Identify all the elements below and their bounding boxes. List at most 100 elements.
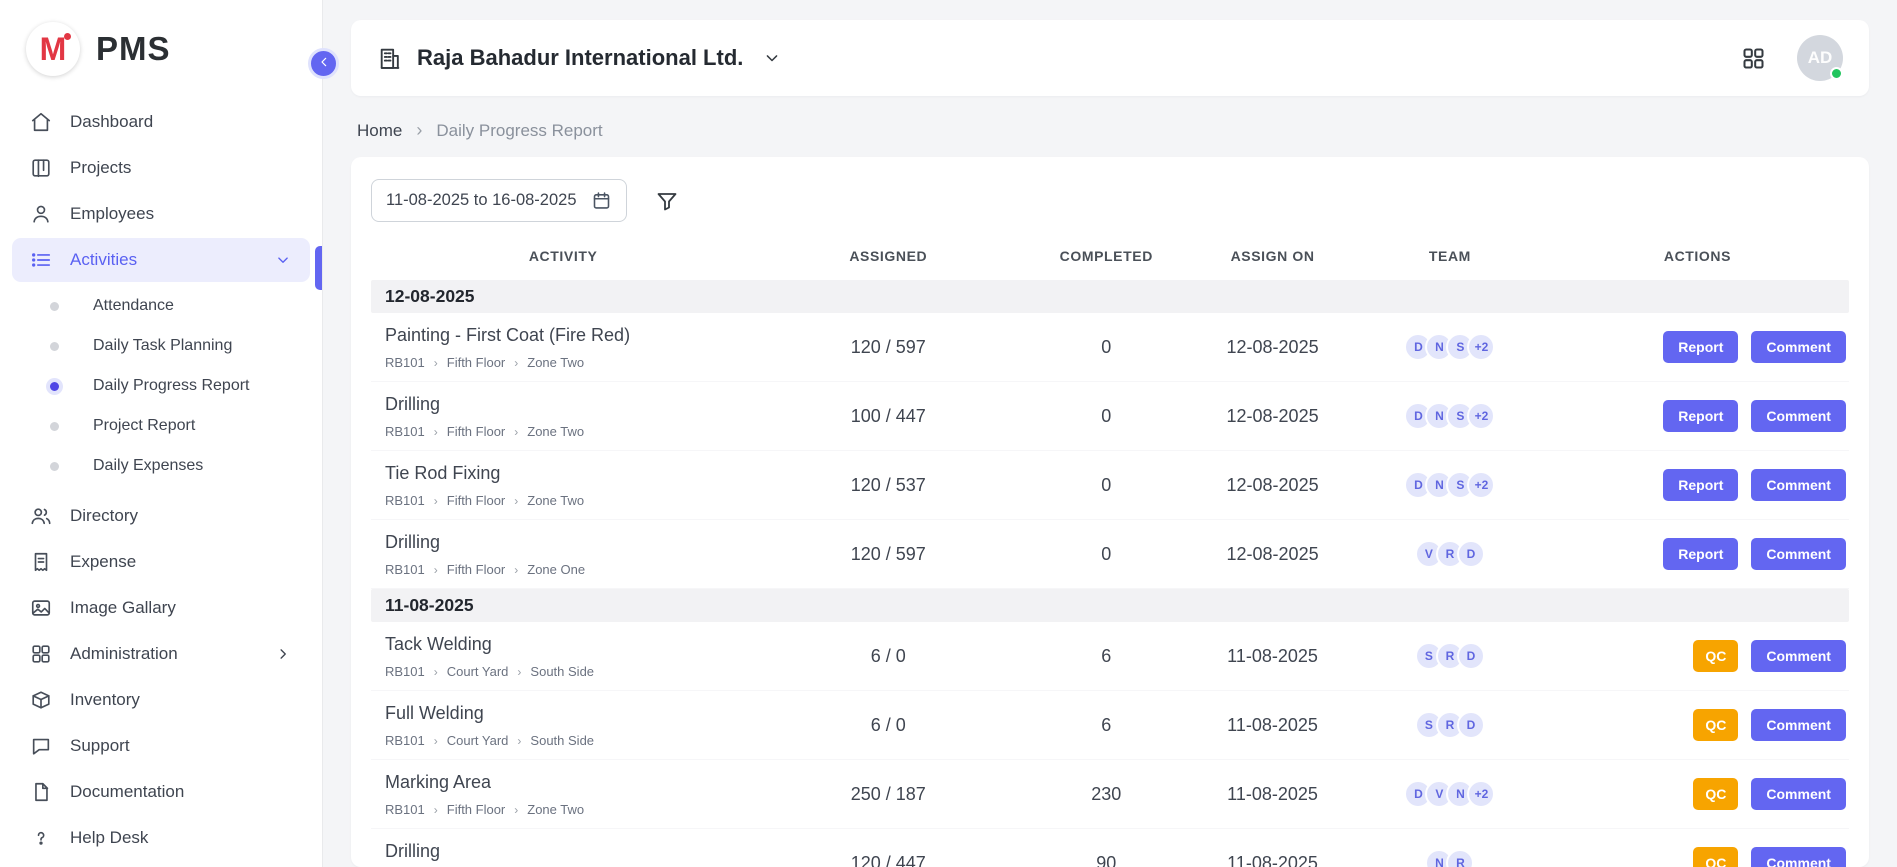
- activity-location-path: RB101›Court Yard›South Side: [385, 664, 741, 679]
- sidebar-subitem-daily-expenses[interactable]: Daily Expenses: [0, 446, 322, 486]
- sidebar-item-directory[interactable]: Directory: [12, 494, 310, 538]
- sidebar-item-documentation[interactable]: Documentation: [12, 770, 310, 814]
- activity-name: Drilling: [385, 841, 741, 862]
- team-more-badge[interactable]: +2: [1467, 780, 1495, 808]
- column-header-team: TEAM: [1354, 248, 1546, 264]
- path-part: RB101: [385, 733, 425, 748]
- bullet-dot: [50, 462, 59, 471]
- assign-on-value: 11-08-2025: [1191, 784, 1354, 805]
- team-more-badge[interactable]: +2: [1467, 402, 1495, 430]
- filter-row: 11-08-2025 to 16-08-2025: [371, 179, 1849, 222]
- path-separator: ›: [434, 425, 438, 439]
- activity-cell: Marking AreaRB101›Fifth Floor›Zone Two: [371, 762, 755, 826]
- sidebar-item-support[interactable]: Support: [12, 724, 310, 768]
- user-menu[interactable]: AD: [1797, 35, 1843, 81]
- path-separator: ›: [434, 665, 438, 679]
- sidebar-item-label: Inventory: [70, 690, 140, 710]
- sidebar-item-dashboard[interactable]: Dashboard: [12, 100, 310, 144]
- filter-button[interactable]: [655, 189, 679, 213]
- path-separator: ›: [434, 803, 438, 817]
- path-separator: ›: [434, 356, 438, 370]
- qc-button[interactable]: QC: [1693, 778, 1738, 810]
- sidebar-item-administration[interactable]: Administration: [12, 632, 310, 676]
- comment-button[interactable]: Comment: [1751, 331, 1846, 363]
- comment-button[interactable]: Comment: [1751, 400, 1846, 432]
- path-separator: ›: [514, 803, 518, 817]
- qc-button[interactable]: QC: [1693, 709, 1738, 741]
- activity-cell: DrillingRB101›Fifth Floor›Zone Two: [371, 384, 755, 448]
- report-button[interactable]: Report: [1663, 538, 1738, 570]
- sidebar-item-label: Expense: [70, 552, 136, 572]
- report-button[interactable]: Report: [1663, 331, 1738, 363]
- completed-value: 90: [1021, 853, 1191, 867]
- qc-button[interactable]: QC: [1693, 847, 1738, 867]
- path-separator: ›: [514, 356, 518, 370]
- sidebar-item-image-gallary[interactable]: Image Gallary: [12, 586, 310, 630]
- date-range-input[interactable]: 11-08-2025 to 16-08-2025: [371, 179, 627, 222]
- completed-value: 0: [1021, 337, 1191, 358]
- path-part: RB101: [385, 493, 425, 508]
- company-selector[interactable]: Raja Bahadur International Ltd.: [377, 45, 782, 71]
- team-member-badge[interactable]: D: [1457, 711, 1485, 739]
- actions-cell: Report Comment: [1546, 469, 1849, 501]
- activity-name: Marking Area: [385, 772, 741, 793]
- comment-button[interactable]: Comment: [1751, 778, 1846, 810]
- comment-button[interactable]: Comment: [1751, 538, 1846, 570]
- team-member-badge[interactable]: D: [1457, 540, 1485, 568]
- report-button[interactable]: Report: [1663, 400, 1738, 432]
- comment-button[interactable]: Comment: [1751, 709, 1846, 741]
- activity-row: Marking AreaRB101›Fifth Floor›Zone Two25…: [371, 760, 1849, 829]
- calendar-icon: [591, 190, 612, 211]
- breadcrumb-separator: ›: [416, 120, 422, 141]
- comment-button[interactable]: Comment: [1751, 847, 1846, 867]
- team-avatars: SRD: [1354, 711, 1546, 739]
- qc-button[interactable]: QC: [1693, 640, 1738, 672]
- sidebar-item-projects[interactable]: Projects: [12, 146, 310, 190]
- sidebar-item-help-desk[interactable]: Help Desk: [12, 816, 310, 860]
- sidebar-subitem-daily-task-planning[interactable]: Daily Task Planning: [0, 326, 322, 366]
- activity-row: DrillingRB101›Fifth Floor›Zone Two100 / …: [371, 382, 1849, 451]
- team-avatars: SRD: [1354, 642, 1546, 670]
- team-avatars: DNS+2: [1354, 471, 1546, 499]
- logo[interactable]: M PMS: [0, 0, 322, 96]
- actions-cell: QC Comment: [1546, 709, 1849, 741]
- team-member-badge[interactable]: D: [1457, 642, 1485, 670]
- team-avatars: NR: [1354, 849, 1546, 867]
- sidebar-subitem-project-report[interactable]: Project Report: [0, 406, 322, 446]
- sidebar-item-label: Administration: [70, 644, 178, 664]
- home-icon: [30, 111, 52, 133]
- active-section-indicator: [315, 246, 322, 290]
- path-part: Zone Two: [527, 424, 584, 439]
- content-card: 11-08-2025 to 16-08-2025 ACTIVITYASSIGNE…: [351, 157, 1869, 867]
- breadcrumb-home-link[interactable]: Home: [357, 121, 402, 141]
- team-more-badge[interactable]: +2: [1467, 471, 1495, 499]
- sidebar: M PMS Dashboard ProjectsEmployeesActiviti…: [0, 0, 323, 867]
- team-avatars: DVN+2: [1354, 780, 1546, 808]
- path-part: Zone One: [527, 562, 585, 577]
- main-area: Raja Bahadur International Ltd. AD Home …: [323, 0, 1897, 867]
- sidebar-item-label: Dashboard: [70, 112, 153, 132]
- funnel-icon: [655, 189, 679, 213]
- comment-button[interactable]: Comment: [1751, 640, 1846, 672]
- date-range-value: 11-08-2025 to 16-08-2025: [386, 191, 577, 210]
- report-button[interactable]: Report: [1663, 469, 1738, 501]
- actions-cell: Report Comment: [1546, 400, 1849, 432]
- sidebar-subitem-attendance[interactable]: Attendance: [0, 286, 322, 326]
- sidebar-item-employees[interactable]: Employees: [12, 192, 310, 236]
- activity-name: Drilling: [385, 532, 741, 553]
- sidebar-item-inventory[interactable]: Inventory: [12, 678, 310, 722]
- sidebar-item-expense[interactable]: Expense: [12, 540, 310, 584]
- sidebar-item-activities[interactable]: Activities: [12, 238, 310, 282]
- column-header-assigned: ASSIGNED: [755, 248, 1021, 264]
- comment-button[interactable]: Comment: [1751, 469, 1846, 501]
- path-part: Fifth Floor: [447, 802, 506, 817]
- sidebar-collapse-button[interactable]: [308, 48, 339, 79]
- apps-grid-button[interactable]: [1740, 45, 1767, 72]
- sidebar-subitem-daily-progress-report[interactable]: Daily Progress Report: [0, 366, 322, 406]
- team-member-badge[interactable]: R: [1446, 849, 1474, 867]
- chevron-down-icon: [762, 48, 782, 68]
- assigned-value: 6 / 0: [755, 646, 1021, 667]
- bullet-dot: [50, 342, 59, 351]
- path-part: South Side: [530, 733, 594, 748]
- team-more-badge[interactable]: +2: [1467, 333, 1495, 361]
